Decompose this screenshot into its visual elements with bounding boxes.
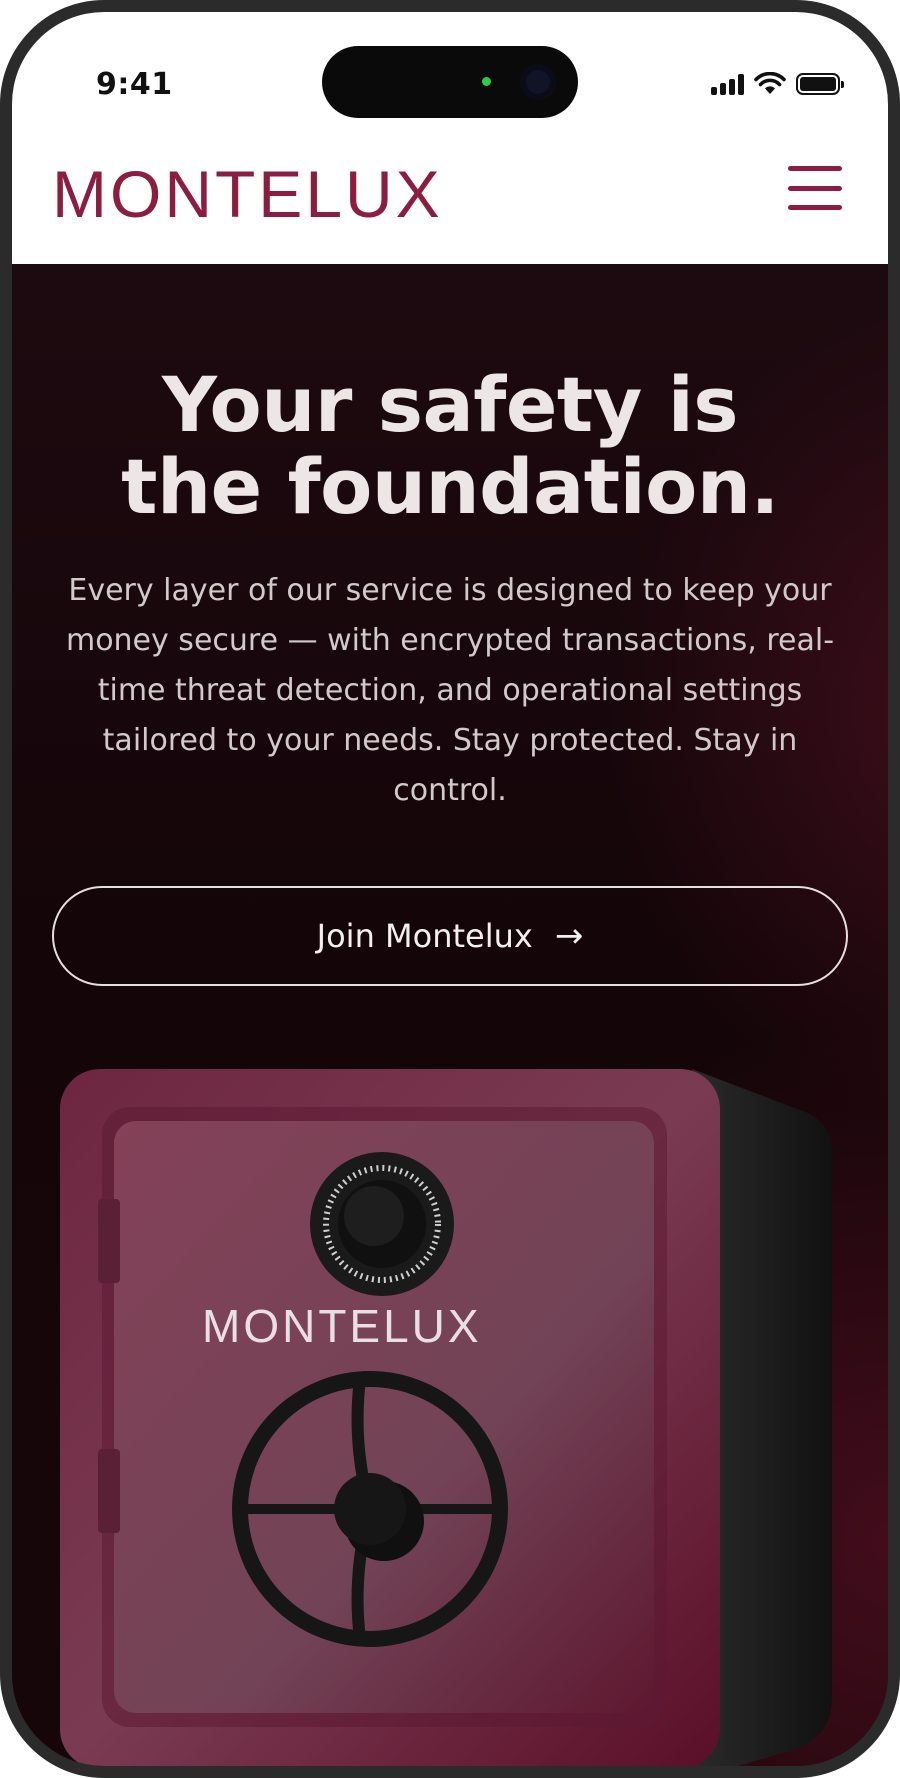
headline-line-2: the foundation. (121, 442, 779, 531)
status-time: 9:41 (96, 67, 173, 102)
indicator-dot (482, 77, 491, 86)
safe-graphic (60, 1069, 832, 1766)
safe-illustration: MONTELUX (52, 1059, 852, 1766)
cellular-signal-icon (711, 73, 744, 95)
handle-hub (334, 1473, 406, 1545)
battery-icon (796, 73, 844, 95)
headline-line-1: Your safety is (161, 360, 739, 449)
status-icons (711, 70, 844, 98)
screen: 9:41 MONTELUX Your safety is the foundat… (12, 12, 888, 1766)
hamburger-menu-icon[interactable] (788, 166, 842, 210)
dynamic-island (322, 46, 578, 118)
safe-hinge-top (98, 1199, 120, 1283)
dial-knob-center (344, 1186, 404, 1246)
join-button-label: Join Montelux (316, 917, 533, 955)
site-header: MONTELUX (12, 132, 888, 264)
arrow-right-icon: → (554, 916, 584, 956)
safe-hinge-bottom (98, 1449, 120, 1533)
join-button[interactable]: Join Montelux → (52, 886, 848, 986)
hero-headline: Your safety is the foundation. (12, 364, 888, 528)
brand-logo[interactable]: MONTELUX (52, 156, 443, 232)
hero-section: Your safety is the foundation. Every lay… (12, 264, 888, 1766)
camera-icon (520, 64, 556, 100)
wifi-icon (754, 72, 786, 94)
hero-subtitle: Every layer of our service is designed t… (65, 573, 835, 808)
safe-brand-logo: MONTELUX (202, 1300, 482, 1352)
phone-frame: 9:41 MONTELUX Your safety is the foundat… (0, 0, 900, 1778)
status-bar: 9:41 (12, 12, 888, 132)
